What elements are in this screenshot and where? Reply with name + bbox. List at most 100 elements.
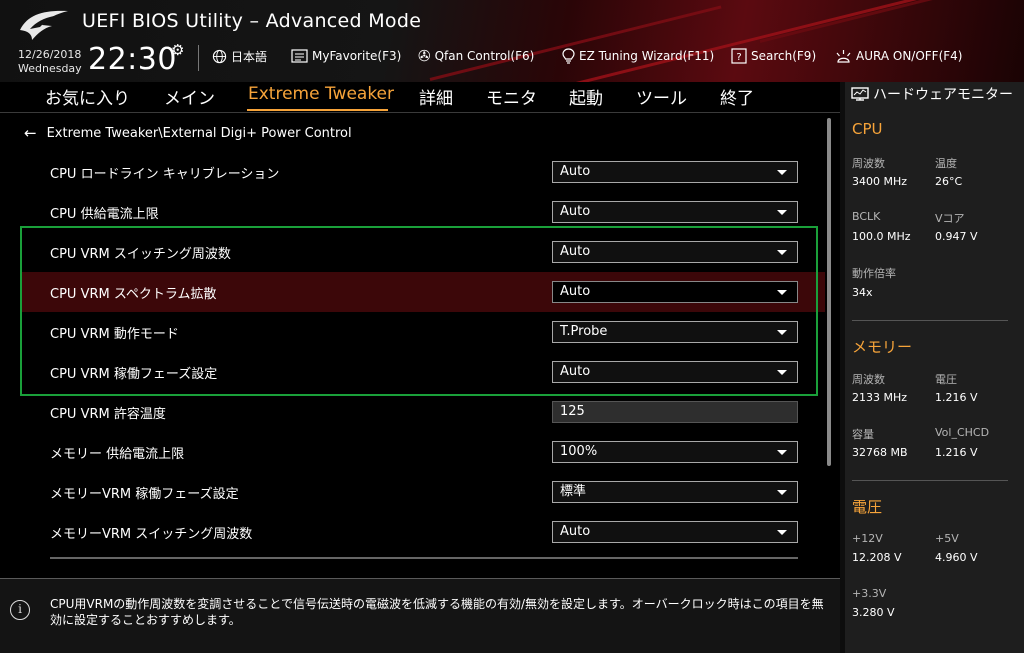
- dropdown-arrow-icon: [777, 530, 787, 535]
- setting-row[interactable]: CPU VRM 動作モード T.Probe: [20, 312, 825, 352]
- setting-label: CPU ロードライン キャリブレーション: [50, 167, 280, 182]
- vol-chcd-label: Vol_CHCD: [935, 426, 990, 439]
- search-button-label: Search(F9): [751, 49, 817, 63]
- tab-extreme-tweaker[interactable]: Extreme Tweaker: [248, 84, 394, 104]
- setting-label: CPU VRM 動作モード: [50, 327, 179, 342]
- setting-row[interactable]: CPU ロードライン キャリブレーション Auto: [20, 152, 825, 192]
- myfavorite-button-label: MyFavorite(F3): [312, 49, 402, 63]
- header-bar: UEFI BIOS Utility – Advanced Mode 12/26/…: [0, 0, 1024, 82]
- setting-row[interactable]: CPU VRM スイッチング周波数 Auto: [20, 232, 825, 272]
- active-tab-indicator: [247, 109, 388, 111]
- svg-text:?: ?: [736, 52, 741, 63]
- dropdown-arrow-icon: [777, 450, 787, 455]
- setting-dropdown[interactable]: 標準: [552, 481, 798, 503]
- aura-icon: [836, 50, 851, 63]
- myfavorite-icon: [291, 49, 308, 63]
- setting-label: メモリーVRM 稼働フェーズ設定: [50, 487, 239, 502]
- hardware-monitor-panel: ハードウェアモニター CPU 周波数 温度 3400 MHz 26°C BCLK…: [845, 82, 1024, 653]
- cpu-freq-label: 周波数: [852, 157, 885, 170]
- setting-value: 標準: [560, 484, 587, 499]
- setting-value-field[interactable]: 125: [552, 401, 798, 423]
- scrollbar[interactable]: [827, 118, 831, 466]
- ez-tuning-wizard-button-label: EZ Tuning Wizard(F11): [579, 49, 715, 63]
- setting-row[interactable]: CPU VRM 稼働フェーズ設定 Auto: [20, 352, 825, 392]
- date-display: 12/26/2018: [18, 48, 82, 61]
- tab-boot[interactable]: 起動: [569, 84, 603, 109]
- qfan-control-button-label: Qfan Control(F6): [434, 49, 535, 63]
- v12-label: +12V: [852, 532, 883, 545]
- setting-row[interactable]: メモリー 供給電流上限 100%: [20, 432, 825, 472]
- info-icon: i: [10, 600, 30, 620]
- setting-dropdown[interactable]: Auto: [552, 161, 798, 183]
- setting-dropdown[interactable]: Auto: [552, 241, 798, 263]
- header-decoration: [429, 5, 722, 81]
- setting-label: メモリーVRM スイッチング周波数: [50, 527, 253, 542]
- setting-label: CPU VRM 許容温度: [50, 407, 166, 422]
- monitor-divider: [852, 320, 1008, 321]
- setting-label: CPU VRM 稼働フェーズ設定: [50, 367, 218, 382]
- dropdown-arrow-icon: [777, 290, 787, 295]
- v33-label: +3.3V: [852, 587, 887, 600]
- setting-value: Auto: [560, 244, 591, 259]
- dropdown-arrow-icon: [777, 490, 787, 495]
- vcore-label: Vコア: [935, 212, 965, 225]
- vol-chcd-value: 1.216 V: [935, 446, 978, 459]
- memory-volt-label: 電圧: [935, 373, 957, 386]
- qfan-control-button[interactable]: ✇ Qfan Control(F6): [418, 45, 534, 67]
- language-button-label: 日本語: [231, 49, 268, 64]
- myfavorite-button[interactable]: MyFavorite(F3): [291, 45, 401, 67]
- tab-bar: お気に入り メイン Extreme Tweaker 詳細 モニタ 起動 ツール …: [0, 82, 840, 113]
- setting-label: CPU VRM スペクトラム拡散: [50, 287, 217, 302]
- memory-freq-label: 周波数: [852, 373, 885, 386]
- tab-advanced[interactable]: 詳細: [419, 84, 453, 109]
- cpu-temp-value: 26°C: [935, 175, 963, 188]
- tab-favorites[interactable]: お気に入り: [45, 84, 130, 109]
- setting-label: メモリー 供給電流上限: [50, 447, 185, 462]
- language-button[interactable]: 日本語: [212, 45, 267, 67]
- tab-main[interactable]: メイン: [164, 84, 215, 109]
- voltage-section-title: 電圧: [852, 498, 883, 516]
- setting-row[interactable]: メモリーVRM 稼働フェーズ設定 標準: [20, 472, 825, 512]
- setting-dropdown[interactable]: Auto: [552, 201, 798, 223]
- back-arrow-icon[interactable]: ←: [24, 124, 37, 142]
- search-icon: ?: [731, 48, 747, 64]
- bclk-value: 100.0 MHz: [852, 230, 911, 243]
- setting-value: Auto: [560, 284, 591, 299]
- monitor-header: ハードウェアモニター: [851, 86, 1021, 104]
- setting-value: Auto: [560, 204, 591, 219]
- vcore-value: 0.947 V: [935, 230, 978, 243]
- setting-row-selected[interactable]: CPU VRM スペクトラム拡散 Auto: [20, 272, 825, 312]
- breadcrumb: ← Extreme Tweaker\External Digi+ Power C…: [24, 124, 352, 142]
- aura-toggle-button[interactable]: AURA ON/OFF(F4): [835, 45, 962, 67]
- setting-dropdown[interactable]: Auto: [552, 361, 798, 383]
- setting-dropdown[interactable]: T.Probe: [552, 321, 798, 343]
- weekday-display: Wednesday: [18, 62, 82, 75]
- dropdown-arrow-icon: [777, 210, 787, 215]
- breadcrumb-path: Extreme Tweaker\External Digi+ Power Con…: [46, 125, 352, 141]
- tab-exit[interactable]: 終了: [720, 84, 754, 109]
- setting-row[interactable]: メモリーVRM スイッチング周波数 Auto: [20, 512, 825, 552]
- tab-divider: [0, 112, 840, 113]
- search-button[interactable]: ? Search(F9): [731, 45, 816, 67]
- app-title: UEFI BIOS Utility – Advanced Mode: [82, 10, 422, 32]
- monitor-icon: [851, 87, 869, 101]
- setting-value: Auto: [560, 364, 591, 379]
- v5-value: 4.960 V: [935, 551, 978, 564]
- monitor-divider: [852, 480, 1008, 481]
- clock-settings-icon[interactable]: ⚙: [171, 41, 184, 59]
- v12-value: 12.208 V: [852, 551, 902, 564]
- help-bar: i CPU用VRMの動作周波数を変調させることで信号伝送時の電磁波を低減する機能…: [0, 578, 840, 653]
- fan-icon: ✇: [418, 46, 431, 65]
- setting-dropdown[interactable]: Auto: [552, 281, 798, 303]
- list-end-divider: [50, 557, 798, 559]
- tab-tool[interactable]: ツール: [636, 84, 687, 109]
- dropdown-arrow-icon: [777, 170, 787, 175]
- setting-label: CPU 供給電流上限: [50, 207, 159, 222]
- setting-dropdown[interactable]: Auto: [552, 521, 798, 543]
- tab-monitor[interactable]: モニタ: [486, 84, 537, 109]
- setting-dropdown[interactable]: 100%: [552, 441, 798, 463]
- setting-row[interactable]: CPU VRM 許容温度 125: [20, 392, 825, 432]
- dropdown-arrow-icon: [777, 250, 787, 255]
- setting-row[interactable]: CPU 供給電流上限 Auto: [20, 192, 825, 232]
- ez-tuning-wizard-button[interactable]: EZ Tuning Wizard(F11): [562, 45, 714, 67]
